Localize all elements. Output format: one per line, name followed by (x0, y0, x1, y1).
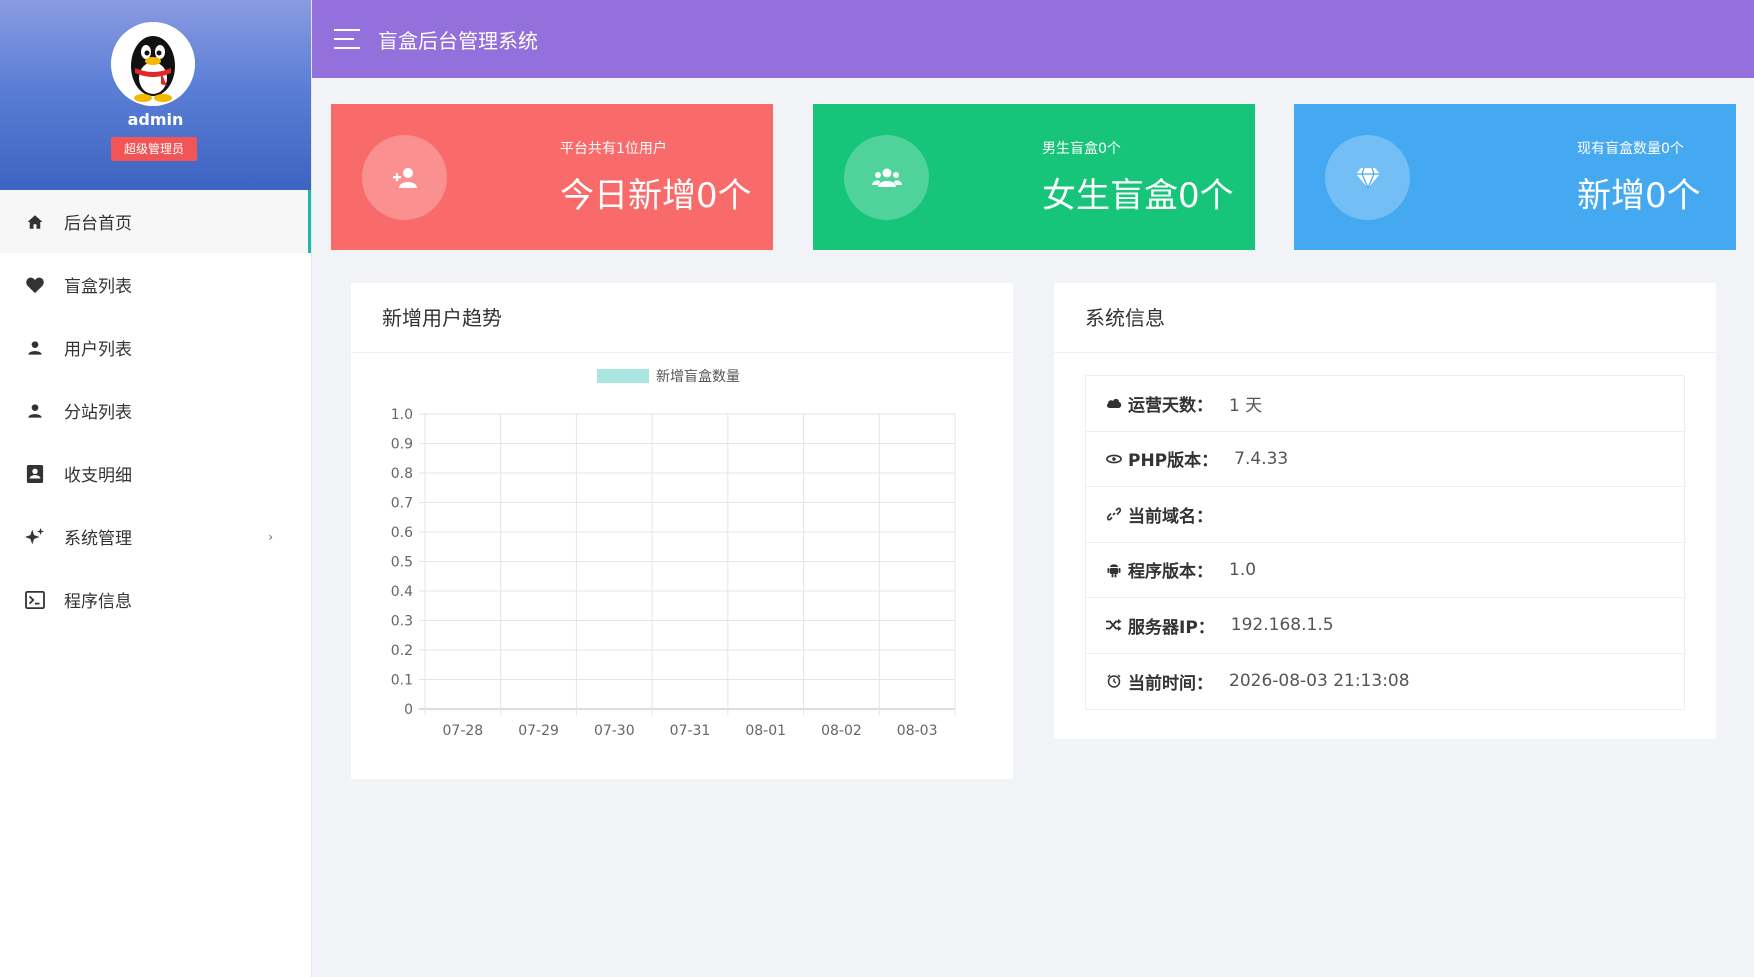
sidebar-item-label: 用户列表 (64, 340, 132, 360)
info-row-current-time: 当前时间： 2026-08-03 21:13:08 (1086, 654, 1684, 710)
alarm-icon (1106, 673, 1122, 689)
eye-icon (1106, 451, 1122, 467)
legend-label: 新增盲盒数量 (656, 368, 740, 385)
trend-chart: 新增盲盒数量 0 0.1 0.2 0.3 0.4 0.5 0.6 0.7 0.8 0.9 1.0 07-… (391, 368, 956, 739)
y-tick-label: 1.0 (391, 407, 413, 423)
y-tick-label: 0.4 (391, 584, 413, 600)
stat-subtitle: 平台共有1位用户 (560, 141, 667, 157)
app-title: 盲盒后台管理系统 (378, 28, 538, 53)
y-tick-label: 0.6 (391, 525, 413, 541)
sidebar-item-label: 分站列表 (64, 403, 132, 423)
panel-title: 系统信息 (1054, 283, 1716, 353)
x-tick-label: 07-31 (670, 723, 711, 739)
sidebar-item-label: 盲盒列表 (64, 277, 132, 297)
info-row-domain: 当前域名： (1086, 487, 1684, 543)
avatar[interactable] (111, 22, 195, 106)
cloud-icon (1106, 395, 1122, 411)
sidebar-item-income-expense[interactable]: 收支明细 (0, 442, 311, 505)
sidebar: admin 超级管理员 后台首页 盲盒列表 用户列表 分站列表 收支明细 系统管… (0, 0, 312, 977)
y-tick-label: 0 (404, 702, 413, 718)
terminal-icon (24, 589, 46, 611)
home-icon (24, 211, 46, 233)
top-header: 盲盒后台管理系统 (312, 0, 1754, 78)
heart-icon (24, 274, 46, 296)
info-row-uptime: 运营天数： 1 天 (1086, 376, 1684, 432)
sidebar-item-label: 程序信息 (64, 592, 132, 612)
info-label: 运营天数： (1128, 395, 1213, 416)
info-value: 1.0 (1229, 559, 1257, 580)
contacts-icon (24, 463, 46, 485)
y-tick-label: 0.5 (391, 555, 413, 571)
sidebar-item-blindbox-list[interactable]: 盲盒列表 (0, 253, 311, 316)
stat-value: 今日新增0个 (560, 176, 752, 216)
diamond-icon (1325, 135, 1410, 220)
link-icon (1106, 506, 1122, 522)
android-icon (1106, 562, 1122, 578)
shuffle-icon (1106, 617, 1122, 633)
sidebar-item-home[interactable]: 后台首页 (0, 190, 311, 253)
sidebar-item-user-list[interactable]: 用户列表 (0, 316, 311, 379)
user-add-icon (362, 135, 447, 220)
users-icon (844, 135, 929, 220)
sidebar-item-label: 后台首页 (64, 214, 132, 234)
stat-value: 女生盲盒0个 (1042, 176, 1234, 216)
info-row-php-version: PHP版本： 7.4.33 (1086, 432, 1684, 487)
x-tick-label: 07-30 (594, 723, 635, 739)
info-row-server-ip: 服务器IP： 192.168.1.5 (1086, 598, 1684, 654)
info-value: 1 天 (1229, 395, 1263, 416)
role-badge: 超级管理员 (111, 137, 197, 161)
info-value: 192.168.1.5 (1230, 615, 1334, 636)
x-tick-label: 07-28 (443, 723, 484, 739)
system-info-table: 运营天数： 1 天 PHP版本： 7.4.33 当前域名： 程序版本： 1.0 … (1085, 375, 1685, 710)
user-icon (24, 400, 46, 422)
y-tick-label: 0.7 (391, 496, 413, 512)
info-label: 服务器IP： (1128, 617, 1215, 638)
menu-toggle-icon[interactable] (334, 29, 360, 49)
penguin-avatar-icon (111, 22, 195, 106)
sidebar-item-substation-list[interactable]: 分站列表 (0, 379, 311, 442)
x-tick-label: 08-03 (897, 723, 938, 739)
info-label: 当前域名： (1128, 506, 1213, 527)
sidebar-menu: 后台首页 盲盒列表 用户列表 分站列表 收支明细 系统管理 › 程序信息 (0, 190, 311, 631)
y-tick-label: 0.2 (391, 643, 413, 659)
info-row-program-version: 程序版本： 1.0 (1086, 543, 1684, 598)
y-tick-label: 0.9 (391, 437, 413, 453)
panel-title: 新增用户趋势 (351, 283, 1013, 353)
legend-swatch (597, 369, 649, 383)
stat-subtitle: 现有盲盒数量0个 (1577, 141, 1684, 157)
profile-name: admin (127, 110, 184, 129)
stat-card-users: 平台共有1位用户 今日新增0个 (331, 104, 773, 250)
info-label: PHP版本： (1128, 451, 1219, 472)
stat-subtitle: 男生盲盒0个 (1042, 141, 1121, 157)
sparkle-icon (24, 526, 46, 548)
user-icon (24, 337, 46, 359)
stat-value: 新增0个 (1577, 176, 1701, 216)
x-tick-label: 08-01 (745, 723, 786, 739)
stat-card-boxes-gender: 男生盲盒0个 女生盲盒0个 (813, 104, 1255, 250)
x-tick-label: 07-29 (518, 723, 559, 739)
info-value: 2026-08-03 21:13:08 (1229, 671, 1410, 692)
system-info-panel: 系统信息 运营天数： 1 天 PHP版本： 7.4.33 当前域名： 程序版本：… (1054, 283, 1716, 739)
y-tick-label: 0.3 (391, 614, 413, 630)
sidebar-item-label: 系统管理 (64, 529, 132, 549)
info-label: 当前时间： (1128, 673, 1213, 694)
profile-card: admin 超级管理员 (0, 0, 311, 190)
chevron-right-icon: › (268, 529, 273, 544)
info-label: 程序版本： (1128, 562, 1213, 583)
sidebar-item-system-management[interactable]: 系统管理 › (0, 505, 311, 568)
y-tick-label: 0.8 (391, 466, 413, 482)
x-tick-label: 08-02 (821, 723, 862, 739)
sidebar-item-program-info[interactable]: 程序信息 (0, 568, 311, 631)
info-value: 7.4.33 (1234, 448, 1289, 469)
user-trend-panel: 新增用户趋势 新增盲盒数量 0 0.1 0.2 0.3 0.4 0.5 0.6 0.7 0.8 0.… (351, 283, 1013, 779)
stat-card-box-count: 现有盲盒数量0个 新增0个 (1294, 104, 1736, 250)
sidebar-item-label: 收支明细 (64, 466, 132, 486)
y-tick-label: 0.1 (391, 673, 413, 689)
